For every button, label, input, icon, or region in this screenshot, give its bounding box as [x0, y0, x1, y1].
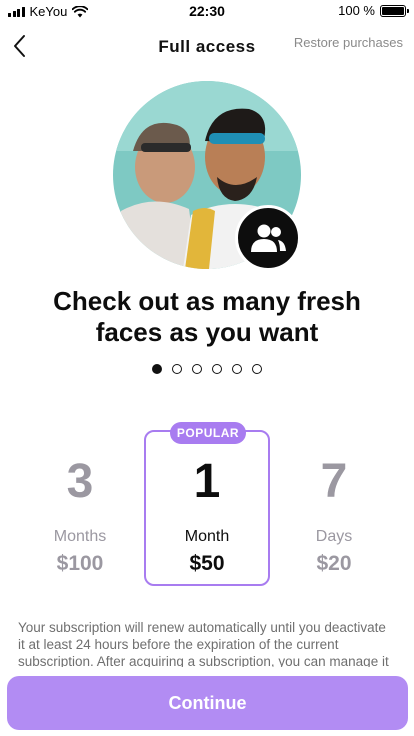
page-indicator	[0, 364, 414, 374]
plan-unit: Months	[53, 528, 107, 545]
status-bar: KeYou 22:30 100 %	[0, 0, 414, 22]
plan-price: $100	[56, 552, 104, 575]
plan-number: 3	[66, 455, 94, 508]
page-dot[interactable]	[152, 364, 162, 374]
status-right: 100 %	[338, 3, 409, 18]
restore-purchases-link[interactable]: Restore purchases	[294, 35, 403, 50]
plan-7-days[interactable]: 7 Days $20	[271, 430, 397, 586]
plan-price: $50	[189, 552, 225, 575]
plan-1-month[interactable]: POPULAR 1 Month $50	[144, 422, 270, 586]
page-dot[interactable]	[252, 364, 262, 374]
plan-number: 1	[193, 455, 221, 508]
page-dot[interactable]	[192, 364, 202, 374]
plan-price: $20	[316, 552, 352, 575]
page-dot[interactable]	[172, 364, 182, 374]
plan-number: 7	[320, 455, 348, 508]
plan-unit: Days	[315, 528, 353, 545]
page-dot[interactable]	[232, 364, 242, 374]
page-dot[interactable]	[212, 364, 222, 374]
plan-unit: Month	[184, 528, 230, 545]
battery-percent: 100 %	[338, 3, 375, 18]
popular-badge: POPULAR	[170, 422, 246, 444]
people-badge-icon	[235, 205, 301, 271]
battery-icon	[380, 4, 409, 17]
continue-button[interactable]: Continue	[7, 676, 408, 730]
subscription-terms: Your subscription will renew automatical…	[18, 620, 389, 667]
plan-3-months[interactable]: 3 Months $100	[17, 430, 143, 586]
nav-bar: Full access Restore purchases	[0, 28, 414, 64]
headline: Check out as many fresh faces as you wan…	[53, 286, 361, 347]
